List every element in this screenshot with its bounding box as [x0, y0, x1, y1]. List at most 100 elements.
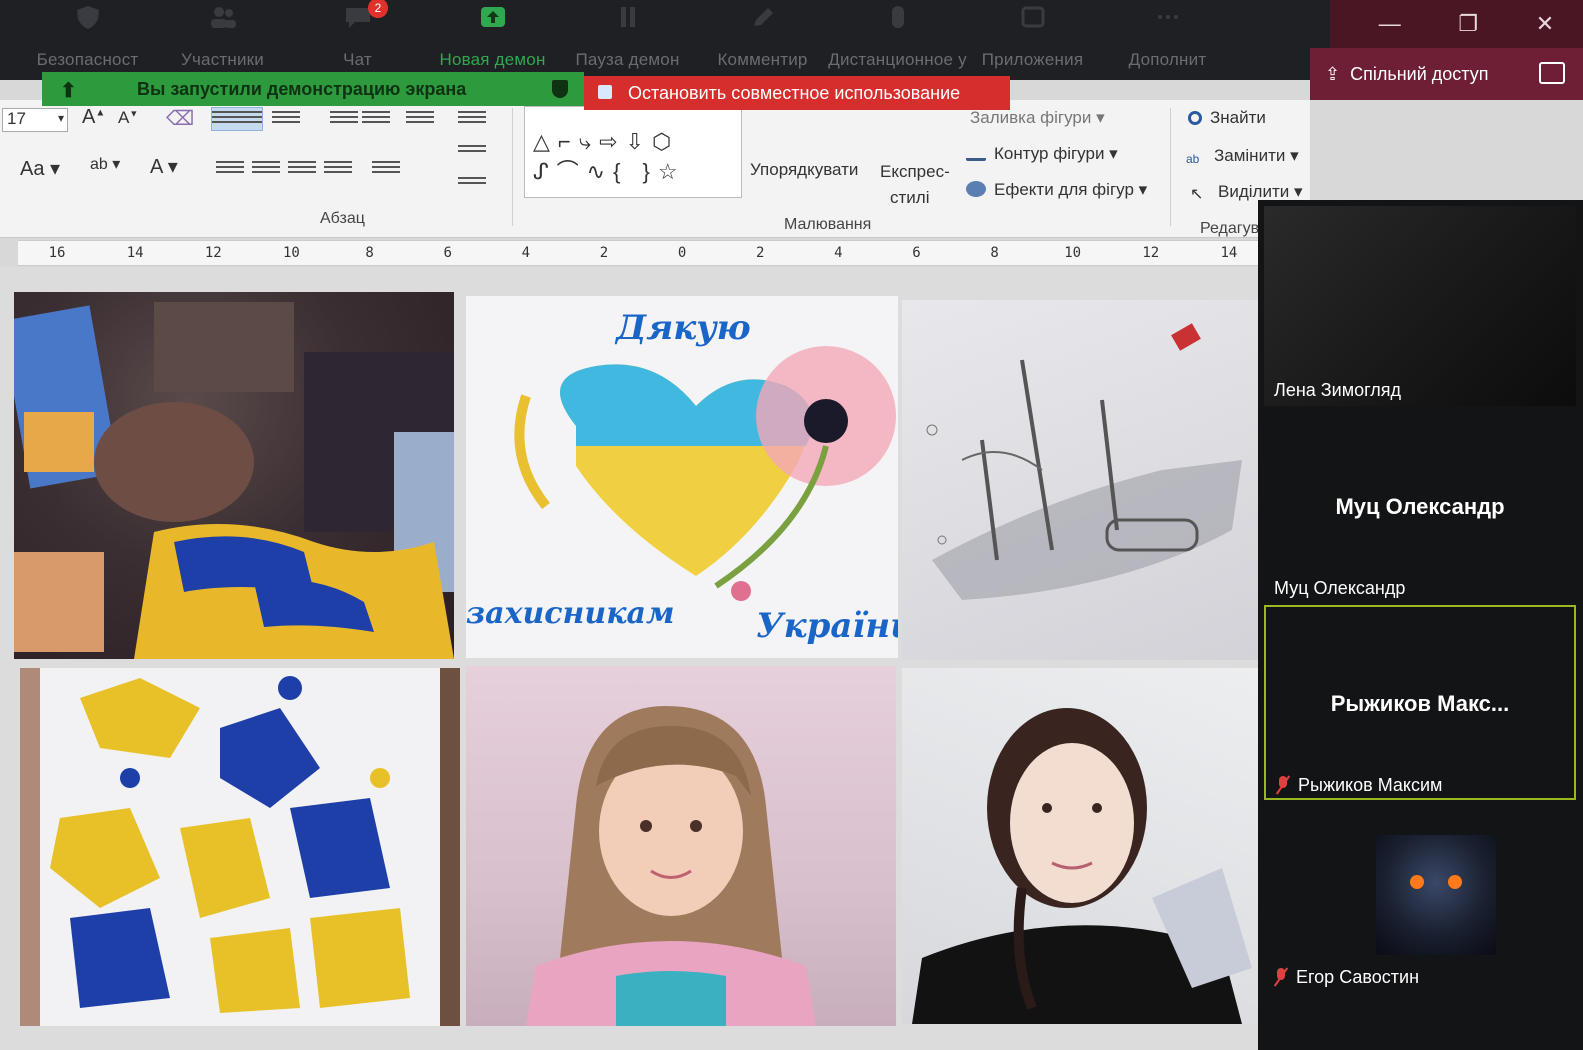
photo-heart-drawing: Дякую захисникам України — [466, 296, 898, 658]
pause-share-label: Пауза демон — [575, 50, 680, 69]
shield-icon — [552, 80, 568, 98]
photo-yarn-crafts — [14, 292, 454, 659]
line-spacing-icon[interactable] — [406, 108, 434, 130]
participant-tile-savostin[interactable]: Егор Савостин — [1264, 825, 1576, 995]
restore-button[interactable]: ❐ — [1458, 11, 1478, 37]
ruler-tick: 0 — [677, 245, 687, 261]
shape-outline-button[interactable]: Контур фігури ▾ — [966, 144, 1118, 164]
chat-label: Чат — [343, 50, 372, 69]
close-button[interactable]: ✕ — [1536, 11, 1554, 37]
ruler-tick: 6 — [912, 245, 921, 261]
participant-tile-ryzhykov[interactable]: Рыжиков Макс... Рыжиков Максим — [1264, 605, 1576, 800]
cursor-icon: ↖ — [1190, 186, 1204, 203]
screen: { "toolbar": { "items": [ {"label": "Без… — [0, 0, 1583, 1050]
participant-video-lena[interactable]: Лена Зимогляд — [1264, 206, 1576, 406]
clear-format-icon[interactable]: ⌫ — [166, 106, 194, 131]
apps-icon — [1021, 6, 1044, 28]
photo-ship-sketch — [902, 300, 1262, 660]
smartart-icon[interactable] — [458, 174, 486, 196]
ruler-tick: 14 — [126, 245, 144, 261]
stop-share-button[interactable]: Остановить совместное использование — [584, 76, 1010, 110]
justify-icon[interactable] — [324, 158, 352, 180]
comment-icon[interactable] — [1539, 62, 1565, 84]
chat-button[interactable]: 2 Чат — [290, 0, 425, 70]
remote-control-icon — [891, 6, 904, 28]
ruler-tick: 10 — [283, 245, 300, 261]
quick-styles-line1[interactable]: Експрес- — [880, 162, 950, 182]
meeting-toolbar: Безопасност Участники 2 Чат Новая демон … — [0, 0, 1330, 80]
pencil-icon — [966, 145, 986, 161]
share-icon: ⇪ — [1325, 63, 1341, 84]
drawing-caption-defenders: захисникам — [466, 596, 675, 631]
remote-control-button[interactable]: Дистанционное у — [828, 0, 967, 70]
quick-styles-line2[interactable]: стилі — [890, 188, 929, 208]
ruler-tick: 2 — [599, 245, 609, 261]
security-button[interactable]: Безопасност — [20, 0, 155, 70]
numbering-icon[interactable] — [272, 108, 300, 130]
find-button[interactable]: Знайти — [1188, 108, 1266, 128]
ruler-tick: 8 — [990, 245, 999, 261]
shape-fill-button[interactable]: Заливка фігури ▾ — [970, 108, 1105, 128]
girl-portrait-1 — [526, 706, 816, 1026]
participant-name: Егор Савостин — [1296, 967, 1420, 987]
select-button[interactable]: ↖ Виділити ▾ — [1190, 182, 1303, 203]
arrange-button[interactable]: Упорядкувати — [750, 160, 858, 180]
ruler-tick: 4 — [521, 245, 531, 261]
select-label: Виділити — [1218, 182, 1290, 201]
share-bar: ⇪ Спільний доступ — [1310, 48, 1583, 100]
participant-tile-muts[interactable]: Муц Олександр Муц Олександр — [1264, 410, 1576, 605]
align-text-icon[interactable] — [458, 142, 486, 164]
drawing-caption-ukraine: України — [756, 606, 898, 646]
ruler-tick: 16 — [48, 245, 66, 261]
font-color-icon[interactable]: A ▾ — [150, 154, 178, 179]
bullets-icon[interactable] — [211, 107, 263, 131]
participant-display-name: Рыжиков Макс... — [1330, 691, 1510, 716]
participants-panel: Лена Зимогляд Муц Олександр Муц Олександ… — [1258, 200, 1583, 1050]
apps-button[interactable]: Приложения — [965, 0, 1100, 70]
grow-font-icon[interactable]: A▲ — [82, 106, 105, 129]
shape-outline-label: Контур фігури — [994, 144, 1105, 163]
replace-button[interactable]: ab Замінити ▾ — [1186, 146, 1299, 168]
shrink-font-icon[interactable]: A▼ — [118, 108, 138, 128]
change-case-icon[interactable]: Aa ▾ — [20, 156, 60, 181]
shape-fill-label: Заливка фігури — [970, 108, 1092, 127]
effects-icon — [966, 181, 986, 197]
char-spacing-icon[interactable]: ab ▾ — [90, 154, 120, 174]
increase-indent-icon[interactable] — [362, 108, 390, 130]
drawing-title: Дякую — [616, 308, 751, 348]
text-direction-icon[interactable] — [458, 108, 486, 130]
participant-name-row: Егор Савостин — [1274, 967, 1419, 988]
font-size-select[interactable]: 17 — [2, 108, 68, 132]
new-share-label: Новая демон — [439, 50, 546, 69]
shapes-gallery[interactable]: △⌐⤷⇨⇩⬡ ᔑ⌒∿{ }☆ — [524, 106, 742, 198]
owl-eye-icon — [1410, 875, 1424, 889]
find-label: Знайти — [1210, 108, 1266, 127]
ruler-tick: 2 — [755, 245, 765, 261]
sharing-banner: ⬆ Вы запустили демонстрацию экрана — [42, 72, 584, 106]
annotate-button[interactable]: Комментир — [695, 0, 830, 70]
decrease-indent-icon[interactable] — [330, 108, 358, 130]
ruler-tick: 14 — [1220, 245, 1238, 261]
participants-button[interactable]: Участники — [155, 0, 290, 70]
pause-icon — [620, 7, 635, 27]
minimize-button[interactable]: — — [1379, 11, 1401, 37]
paragraph-group-label: Абзац — [320, 210, 365, 227]
new-share-button[interactable]: Новая демон — [425, 0, 560, 70]
shape-effects-label: Ефекти для фігур — [994, 180, 1134, 199]
align-left-icon[interactable] — [216, 158, 244, 180]
ruler-tick: 10 — [1064, 245, 1082, 261]
mic-muted-icon — [1274, 968, 1288, 986]
owl-avatar — [1376, 835, 1496, 955]
paragraph-controls — [211, 107, 502, 188]
shape-effects-button[interactable]: Ефекти для фігур ▾ — [966, 180, 1147, 200]
share-button[interactable]: Спільний доступ — [1350, 64, 1488, 85]
align-right-icon[interactable] — [288, 158, 316, 180]
pause-share-button[interactable]: Пауза демон — [560, 0, 695, 70]
columns-icon[interactable] — [372, 158, 400, 180]
more-button[interactable]: Дополнит — [1100, 0, 1235, 70]
security-label: Безопасност — [36, 50, 139, 69]
share-screen-icon — [480, 7, 505, 27]
photo-girl-1 — [466, 666, 896, 1026]
participant-name: Муц Олександр — [1274, 578, 1406, 598]
align-center-icon[interactable] — [252, 158, 280, 180]
